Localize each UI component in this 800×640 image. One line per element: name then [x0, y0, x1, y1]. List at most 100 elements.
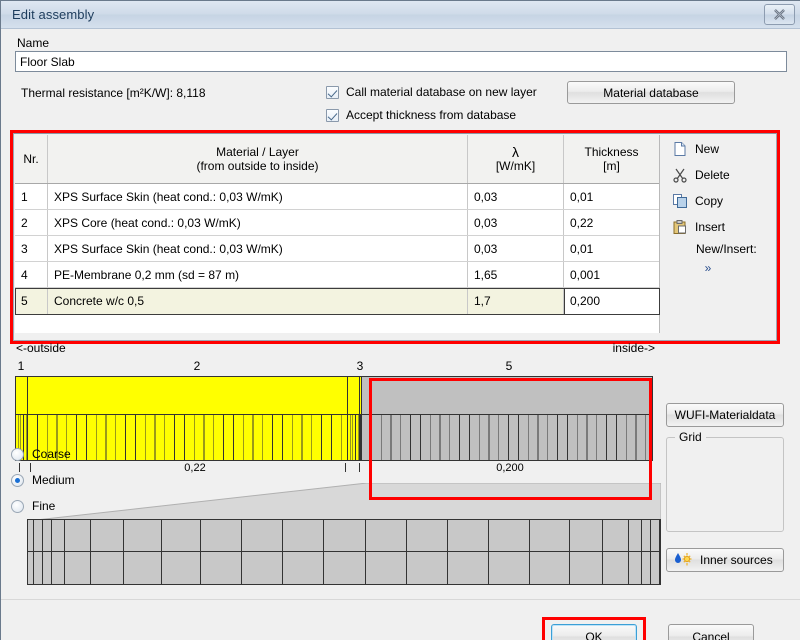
new-insert-expand-button[interactable]: »: [666, 261, 776, 275]
cell-nr: 2: [15, 210, 48, 235]
header-thickness-line1: Thickness: [584, 145, 639, 159]
cell-material: XPS Core (heat cond.: 0,03 W/mK): [48, 210, 468, 235]
thermal-resistance-value: Thermal resistance [m²K/W]: 8,118: [21, 86, 206, 100]
table-row[interactable]: 1 XPS Surface Skin (heat cond.: 0,03 W/m…: [15, 184, 659, 210]
new-button[interactable]: New: [666, 136, 776, 162]
call-material-database-checkbox-row[interactable]: Call material database on new layer: [326, 85, 537, 99]
copy-icon: [672, 193, 688, 209]
layer-3-fill: [348, 377, 359, 415]
header-lambda-symbol: λ: [512, 144, 519, 160]
layer-number-1: 1: [17, 359, 25, 373]
header-nr-label: Nr.: [23, 152, 39, 166]
cell-lambda: 0,03: [468, 236, 564, 261]
layer-number-row: 1 2 3 5: [15, 359, 653, 376]
cell-material: XPS Surface Skin (heat cond.: 0,03 W/mK): [48, 236, 468, 261]
cell-thickness[interactable]: 0,01: [564, 236, 659, 261]
assembly-name-input[interactable]: [15, 51, 787, 72]
cell-material: Concrete w/c 0,5: [48, 288, 468, 314]
cell-thickness[interactable]: 0,01: [564, 184, 659, 209]
close-icon: [773, 8, 786, 21]
material-database-button[interactable]: Material database: [567, 81, 735, 104]
delete-button-label: Delete: [695, 168, 730, 182]
call-material-database-label: Call material database on new layer: [346, 85, 537, 99]
cell-thickness[interactable]: 0,001: [564, 262, 659, 287]
grid-option-fine[interactable]: Fine: [11, 499, 55, 513]
cell-thickness[interactable]: 0,200: [564, 288, 659, 314]
header-thickness-line2: [m]: [603, 159, 620, 173]
layer-2-fill: [28, 377, 347, 415]
grid-group-legend: Grid: [675, 430, 706, 444]
cancel-button[interactable]: Cancel: [668, 624, 754, 640]
grid-detail-strip: [27, 519, 661, 585]
cell-lambda: 1,65: [468, 262, 564, 287]
layers-graphic: [15, 376, 653, 461]
header-thickness: Thickness [m]: [564, 135, 659, 183]
assembly-diagram: <-outside inside-> 1 2 3 5 0,22 0,200: [13, 341, 777, 589]
layers-table[interactable]: Nr. Material / Layer (from outside to in…: [15, 135, 660, 333]
dimension-right-label: 0,200: [496, 462, 524, 474]
layer-5-mesh: [362, 414, 652, 460]
radio-icon-selected[interactable]: [11, 473, 24, 487]
table-header-row: Nr. Material / Layer (from outside to in…: [15, 135, 659, 184]
layer-1-fill: [16, 377, 27, 415]
close-button[interactable]: [764, 4, 795, 25]
header-material-line2: (from outside to inside): [196, 159, 319, 173]
delete-button[interactable]: Delete: [666, 162, 776, 188]
header-material-line1: Material / Layer: [216, 145, 299, 159]
ok-button[interactable]: OK: [551, 624, 637, 640]
grid-option-medium[interactable]: Medium: [11, 473, 75, 487]
table-row[interactable]: 2 XPS Core (heat cond.: 0,03 W/mK) 0,03 …: [15, 210, 659, 236]
header-nr: Nr.: [15, 135, 48, 183]
layer-graphic-2[interactable]: [28, 377, 348, 460]
layer-4-mesh: [360, 414, 361, 460]
checkbox-icon[interactable]: [326, 108, 339, 122]
layer-number-5: 5: [505, 359, 513, 373]
header-material: Material / Layer (from outside to inside…: [48, 135, 468, 183]
accept-thickness-checkbox-row[interactable]: Accept thickness from database: [326, 108, 516, 122]
checkbox-icon[interactable]: [326, 85, 339, 99]
radio-icon[interactable]: [11, 499, 24, 513]
table-row[interactable]: 3 XPS Surface Skin (heat cond.: 0,03 W/m…: [15, 236, 659, 262]
header-lambda: λ [W/mK]: [468, 135, 564, 183]
layer-number-3: 3: [356, 359, 364, 373]
edit-assembly-dialog: Edit assembly Name Thermal resistance [m…: [0, 0, 800, 640]
cell-nr: 4: [15, 262, 48, 287]
copy-button-label: Copy: [695, 194, 724, 208]
dialog-body: Name Thermal resistance [m²K/W]: 8,118 C…: [1, 29, 800, 640]
radio-icon[interactable]: [11, 447, 24, 461]
accept-thickness-label: Accept thickness from database: [346, 108, 517, 122]
inner-sources-button[interactable]: Inner sources: [666, 548, 784, 572]
layer-3-mesh: [348, 414, 359, 460]
outside-label: <-outside: [16, 341, 66, 355]
page-icon: [672, 141, 688, 157]
grid-option-medium-label: Medium: [32, 473, 75, 487]
new-button-label: New: [695, 142, 720, 156]
cell-material: PE-Membrane 0,2 mm (sd = 87 m): [48, 262, 468, 287]
cell-thickness[interactable]: 0,22: [564, 210, 659, 235]
detail-midline: [27, 551, 661, 552]
wufi-materialdata-button[interactable]: WUFI-Materialdata: [666, 403, 784, 427]
grid-options-group: [666, 437, 784, 532]
layer-5-fill: [362, 377, 652, 415]
cell-material: XPS Surface Skin (heat cond.: 0,03 W/mK): [48, 184, 468, 209]
layer-4-fill: [360, 377, 361, 415]
grid-option-coarse[interactable]: Coarse: [11, 447, 71, 461]
dimension-row: 0,22 0,200: [15, 462, 653, 479]
new-insert-label: New/Insert:: [696, 242, 757, 256]
layer-graphic-5[interactable]: [362, 377, 652, 460]
table-row[interactable]: 4 PE-Membrane 0,2 mm (sd = 87 m) 1,65 0,…: [15, 262, 659, 288]
layer-graphic-3[interactable]: [348, 377, 360, 460]
dimension-left-label: 0,22: [184, 462, 206, 474]
title-bar: Edit assembly: [1, 1, 800, 29]
cell-lambda: 0,03: [468, 184, 564, 209]
layer-2-mesh: [28, 414, 347, 460]
insert-button[interactable]: Insert: [666, 214, 776, 240]
header-lambda-unit: [W/mK]: [495, 159, 536, 173]
cell-nr: 3: [15, 236, 48, 261]
zoom-funnel: [27, 483, 661, 521]
copy-button[interactable]: Copy: [666, 188, 776, 214]
layers-table-panel: Nr. Material / Layer (from outside to in…: [13, 133, 777, 341]
table-row-selected[interactable]: 5 Concrete w/c 0,5 1,7 0,200: [15, 288, 659, 314]
grid-option-fine-label: Fine: [32, 499, 56, 513]
layer-stack-view[interactable]: 1 2 3 5 0,22 0,200: [15, 359, 653, 479]
